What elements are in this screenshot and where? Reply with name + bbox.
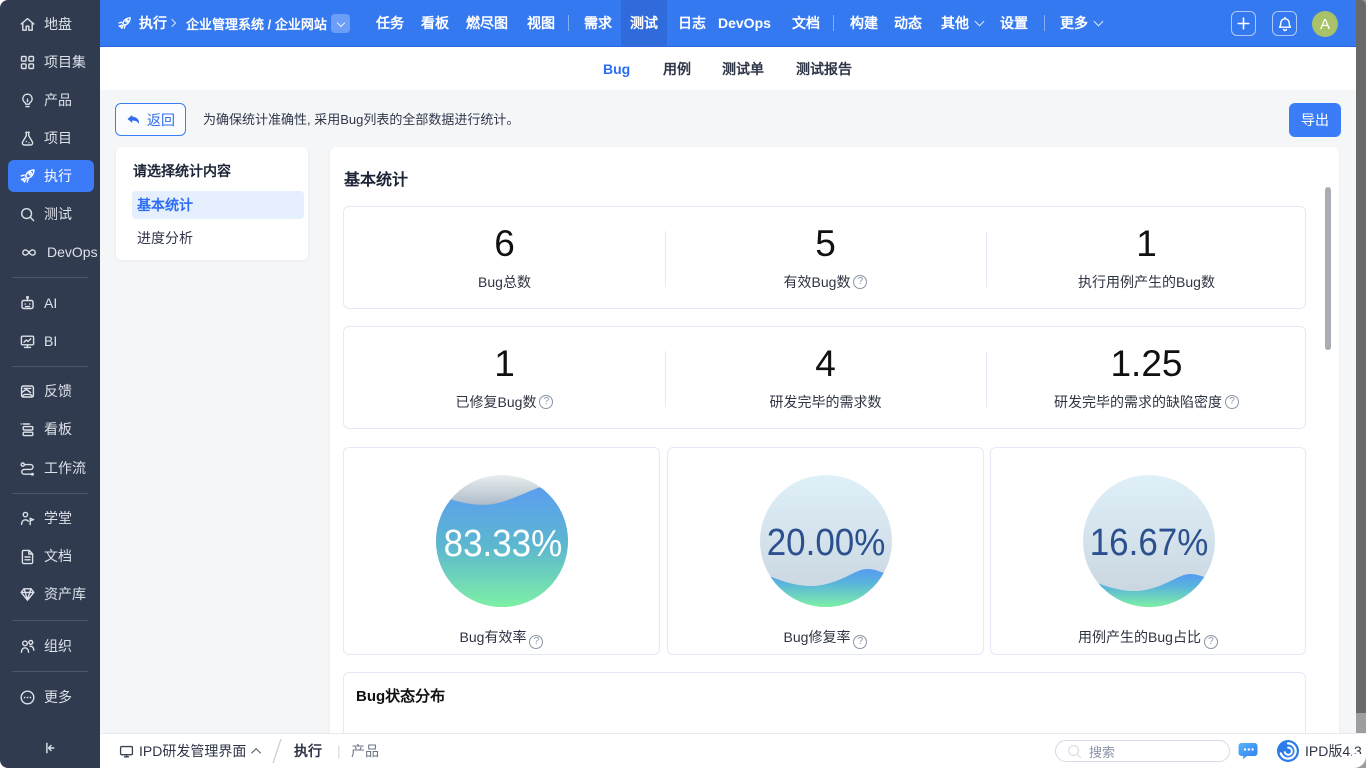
svg-text:16.67%: 16.67% [1090,521,1209,564]
svg-text:83.33%: 83.33% [444,522,563,565]
svg-text:20.00%: 20.00% [767,521,886,564]
